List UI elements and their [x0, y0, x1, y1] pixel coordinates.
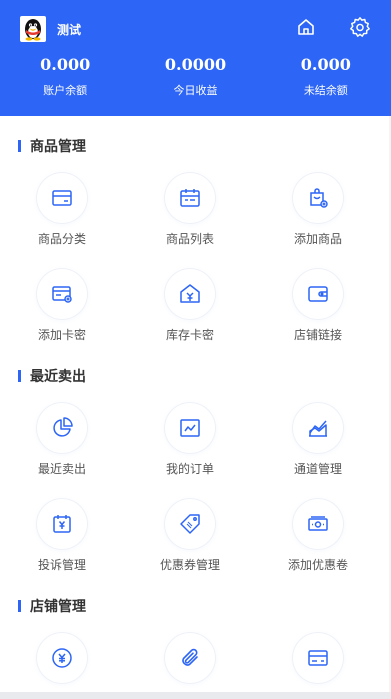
menu-item-label: 我的订单 — [165, 462, 214, 476]
stat-unsettled-balance: 0.000 未结余额 — [261, 55, 391, 98]
menu-item-shop-card[interactable] — [253, 633, 383, 696]
username: 测试 — [57, 23, 82, 37]
stat-value: 0.000 — [300, 55, 351, 74]
section-bar — [18, 370, 21, 382]
paperclip-icon — [165, 633, 215, 683]
menu-item-label: 店铺链接 — [293, 328, 342, 342]
section-title-text: 最近卖出 — [30, 369, 86, 385]
stat-label: 账户余额 — [43, 84, 88, 97]
area-chart-icon — [293, 403, 343, 453]
menu-item-stock-card-key[interactable]: 库存卡密 — [125, 269, 255, 359]
section-title-recent-sales: 最近卖出 — [18, 367, 86, 385]
bank-card-icon — [293, 633, 343, 683]
section-bar — [18, 600, 21, 612]
coupon-tag-icon — [165, 499, 215, 549]
menu-item-label: 添加优惠卷 — [287, 558, 348, 572]
avatar[interactable] — [20, 16, 46, 42]
stat-label: 未结余额 — [303, 84, 348, 97]
section-title-product-management: 商品管理 — [18, 137, 86, 155]
section-bar — [18, 140, 21, 152]
menu-item-label: 商品列表 — [165, 232, 214, 246]
menu-item-product-category[interactable]: 商品分类 — [0, 173, 127, 263]
account-header: 测试 0.000 账户余额 0.0000 今日收益 0.000 未结余额 — [0, 0, 391, 116]
section-title-shop-management: 店铺管理 — [18, 597, 86, 615]
bottom-divider — [0, 692, 391, 699]
menu-item-shop-link[interactable]: 店铺链接 — [253, 269, 383, 359]
menu-content: 商品管理 商品分类 商品列表 添加商品 添加卡密 库存卡密 店铺链接 最近卖出 … — [0, 116, 389, 696]
menu-item-product-list[interactable]: 商品列表 — [125, 173, 255, 263]
shopping-bag-add-icon — [293, 173, 343, 223]
menu-item-label: 最近卖出 — [37, 462, 86, 476]
menu-item-label: 投诉管理 — [37, 558, 86, 572]
menu-item-label: 添加商品 — [293, 232, 342, 246]
menu-item-add-card-key[interactable]: 添加卡密 — [0, 269, 127, 359]
line-chart-icon — [165, 403, 215, 453]
menu-item-channel-management[interactable]: 通道管理 — [253, 403, 383, 493]
menu-item-label: 优惠券管理 — [159, 558, 220, 572]
app-page: 测试 0.000 账户余额 0.0000 今日收益 0.000 未结余额 商品管… — [0, 0, 391, 699]
section-title-text: 店铺管理 — [30, 599, 86, 615]
menu-item-coupon-management[interactable]: 优惠券管理 — [125, 499, 255, 589]
pie-chart-icon — [37, 403, 87, 453]
menu-item-complaint-management[interactable]: 投诉管理 — [0, 499, 127, 589]
category-card-icon — [37, 173, 87, 223]
menu-item-shop-attachment[interactable] — [125, 633, 255, 696]
balance-stats: 0.000 账户余额 0.0000 今日收益 0.000 未结余额 — [0, 55, 391, 98]
menu-item-my-orders[interactable]: 我的订单 — [125, 403, 255, 493]
stat-value: 0.000 — [40, 55, 91, 74]
calendar-list-icon — [165, 173, 215, 223]
menu-item-add-coupon[interactable]: 添加优惠卷 — [253, 499, 383, 589]
card-add-icon — [37, 269, 87, 319]
home-icon[interactable] — [294, 15, 318, 39]
stat-account-balance: 0.000 账户余额 — [0, 55, 130, 98]
section-title-text: 商品管理 — [30, 139, 86, 155]
menu-item-shop-finance[interactable] — [0, 633, 127, 696]
warehouse-icon — [165, 269, 215, 319]
gear-icon[interactable] — [348, 15, 372, 39]
yen-circle-icon — [37, 633, 87, 683]
cash-icon — [293, 499, 343, 549]
menu-item-recent-sales[interactable]: 最近卖出 — [0, 403, 127, 493]
menu-item-add-product[interactable]: 添加商品 — [253, 173, 383, 263]
stat-label: 今日收益 — [173, 84, 218, 97]
stat-today-income: 0.0000 今日收益 — [130, 55, 260, 98]
yen-calendar-icon — [37, 499, 87, 549]
menu-item-label: 通道管理 — [293, 462, 342, 476]
wallet-link-icon — [293, 269, 343, 319]
menu-item-label: 添加卡密 — [37, 328, 86, 342]
menu-item-label: 库存卡密 — [165, 328, 214, 342]
menu-item-label: 商品分类 — [37, 232, 86, 246]
stat-value: 0.0000 — [164, 55, 227, 74]
